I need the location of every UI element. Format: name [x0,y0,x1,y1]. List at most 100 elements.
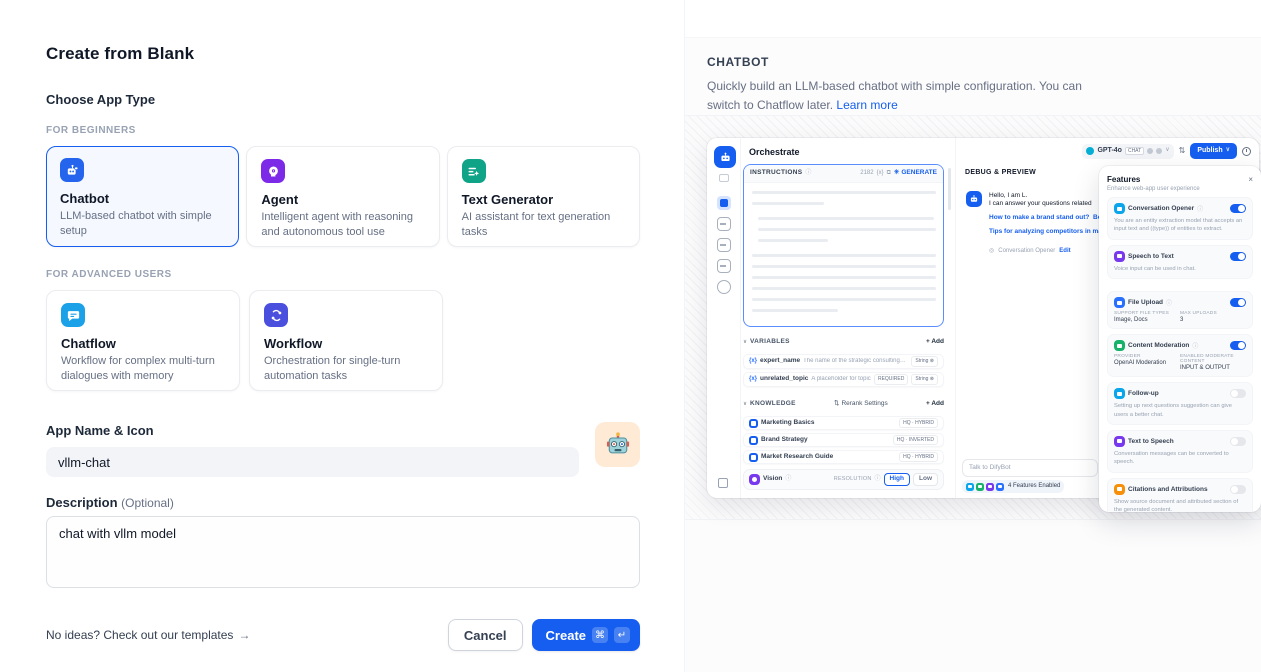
shot-variable-row: {x} expert_name The name of the strategi… [743,354,944,369]
feature-mini-icon [976,483,984,491]
card-desc: Intelligent agent with reasoning and aut… [261,210,424,240]
shot-debug-preview-header: DEBUG & PREVIEW [965,169,1036,178]
cmd-key-icon: ⌘ [592,627,608,643]
toggle-off [1230,485,1246,494]
feature-mini-icon [966,483,974,491]
card-name: Chatbot [60,191,225,206]
app-type-card-chatbot[interactable]: Chatbot LLM-based chatbot with simple se… [46,146,239,247]
add-knowledge-button: + Add [926,400,944,408]
card-name: Text Generator [462,192,625,207]
toggle-on [1230,298,1246,307]
feature-mini-icon [986,483,994,491]
app-type-card-agent[interactable]: Agent Intelligent agent with reasoning a… [246,146,439,247]
model-provider-icon [1086,147,1094,155]
shot-variables-header: ∨ VARIABLES + Add [743,338,944,346]
instructions-label: INSTRUCTIONS [750,169,802,177]
features-subtitle: Enhance web-app user experience [1107,186,1253,192]
file-upload-icon [1114,297,1125,308]
chevron-icon: ∨ [743,401,747,408]
advanced-cards-row: Chatflow Workflow for complex multi-turn… [46,290,640,391]
close-icon: × [1248,175,1253,184]
chatflow-icon [61,303,85,327]
info-icon: ⓘ [785,476,791,484]
resolution-high-option: High [884,473,910,485]
info-icon: ⓘ [1192,341,1198,350]
feature-card-speech-to-text: Speech to Text Voice input can be used i… [1107,245,1253,279]
history-clock-icon [1242,147,1251,156]
shot-column-divider [955,138,956,498]
learn-more-link[interactable]: Learn more [836,98,897,112]
copy-icon: ⧉ [887,170,891,178]
toggle-on [1230,341,1246,350]
feature-card-file-upload: File Upload ⓘ SUPPORT FILE TYPES Image, … [1107,291,1253,329]
char-count: 2182 [860,170,873,178]
shot-nav-icon [717,238,731,252]
content-moderation-icon [1114,340,1125,351]
app-type-card-chatflow[interactable]: Chatflow Workflow for complex multi-turn… [46,290,240,391]
opener-icon: ◎ [989,248,994,256]
shot-model-selector: GPT-4o CHAT ∨ [1082,144,1173,159]
card-desc: Workflow for complex multi-turn dialogue… [61,354,225,384]
modal-footer: No ideas? Check out our templates → Canc… [46,619,640,651]
create-button[interactable]: Create ⌘ ↵ [532,619,640,651]
preview-heading: CHATBOT [707,55,1261,69]
enter-key-icon: ↵ [614,627,630,643]
chatbot-icon [60,158,84,182]
required-badge: REQUIRED [874,374,908,384]
shot-knowledge-row: Marketing Basics HQ · HYBRID [743,416,944,430]
app-type-card-workflow[interactable]: Workflow Orchestration for single-turn a… [249,290,443,391]
add-variable-button: + Add [926,338,944,346]
robot-emoji-app-icon [604,431,632,459]
preview-pattern-background: Orchestrate GPT-4o CHAT ∨ ⇅ Publish∨ [685,115,1261,520]
shot-chat-input: Talk to DifyBot [962,459,1098,477]
sparkle-icon: ✳ [894,169,899,177]
toggle-on [1230,204,1246,213]
rerank-icon: ⇅ [834,400,839,408]
shot-bottom-icon [718,478,728,488]
type-badge: String ⊗ [911,356,938,366]
index-mode-badge: HQ · HYBRID [899,452,938,462]
shot-features-enabled-bar: 4 Features Enabled [962,480,1064,493]
shot-app-avatar-robot-icon [714,146,736,168]
shot-sidebar [707,138,741,498]
info-icon: ⓘ [1166,298,1172,307]
instructions-skeleton-text [744,191,943,312]
card-name: Workflow [264,336,428,351]
speech-to-text-icon [1114,251,1125,262]
app-type-preview-panel: CHATBOT Quickly build an LLM-based chatb… [684,0,1261,672]
app-name-label: App Name & Icon [46,423,640,438]
model-mini-icon [1147,148,1153,154]
edit-link: Edit [1059,248,1070,256]
variable-icon: {x} [749,376,757,384]
type-badge: String ⊗ [911,374,938,384]
app-icon-picker-button[interactable] [595,422,640,467]
shot-features-panel: Features × Enhance web-app user experien… [1099,166,1261,512]
for-advanced-users-label: FOR ADVANCED USERS [46,269,640,280]
variable-icon: {x} [749,358,757,366]
resolution-low-option: Low [913,473,938,485]
preview-description: Quickly build an LLM-based chatbot with … [707,77,1103,114]
card-name: Agent [261,192,424,207]
description-textarea[interactable]: chat with vllm model [46,516,640,588]
for-beginners-label: FOR BEGINNERS [46,125,640,136]
page-title: Create from Blank [46,44,640,64]
shot-publish-button: Publish∨ [1190,143,1237,159]
shot-header-controls: GPT-4o CHAT ∨ ⇅ Publish∨ [1082,143,1251,159]
app-type-card-text-generator[interactable]: Text Generator AI assistant for text gen… [447,146,640,247]
feature-card-conversation-opener: Conversation Opener ⓘ You are an entity … [1107,197,1253,240]
feature-card-citations: Citations and Attributions Show source d… [1107,478,1253,512]
chevron-down-icon: ∨ [1226,147,1230,155]
description-label: Description (Optional) [46,495,640,510]
shot-instructions-header: INSTRUCTIONS ⓘ 2182 {x} ⧉ ✳ GENERATE [744,165,943,183]
card-desc: Orchestration for single-turn automation… [264,354,428,384]
text-to-speech-icon [1114,436,1125,447]
cancel-button[interactable]: Cancel [448,619,523,651]
document-icon [749,436,758,445]
index-mode-badge: HQ · INVERTED [893,435,938,445]
preview-panel-top-bar [685,0,1261,38]
templates-link[interactable]: No ideas? Check out our templates → [46,628,250,642]
model-name: GPT-4o [1097,147,1122,156]
app-name-section: App Name & Icon [46,423,640,477]
conversation-opener-icon [1114,203,1125,214]
app-name-input[interactable] [46,447,579,477]
